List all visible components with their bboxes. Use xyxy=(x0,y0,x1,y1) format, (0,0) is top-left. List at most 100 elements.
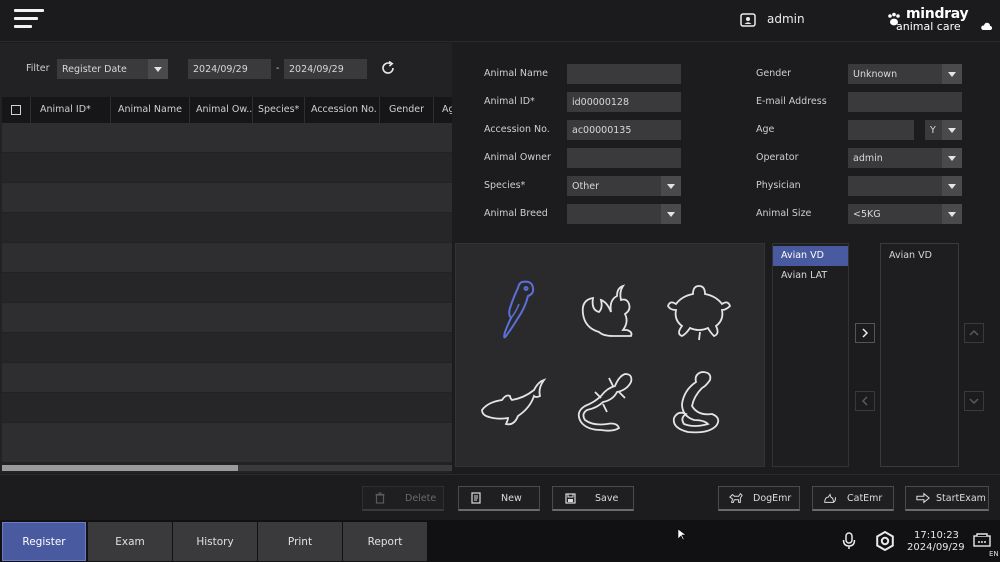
age-input[interactable] xyxy=(848,120,914,140)
new-label: New xyxy=(501,492,522,504)
table-row[interactable] xyxy=(2,303,452,332)
size-value: <5KG xyxy=(853,208,881,220)
chevron-right-icon xyxy=(862,328,869,338)
cat-icon xyxy=(823,491,837,505)
email-input[interactable] xyxy=(848,92,962,112)
save-button[interactable]: Save xyxy=(552,486,634,511)
table-row[interactable] xyxy=(2,333,452,362)
date-from-input[interactable]: 2024/09/29 xyxy=(188,59,271,79)
column-animal-id[interactable]: Animal ID* xyxy=(40,97,112,123)
physician-select[interactable] xyxy=(848,176,962,196)
animal-name-label: Animal Name xyxy=(484,68,548,79)
owner-input[interactable] xyxy=(567,148,681,168)
column-age[interactable]: Ag xyxy=(442,97,452,123)
brand-logo: mindray animal care xyxy=(886,6,996,38)
species-select[interactable]: Other xyxy=(567,176,681,196)
brand-tagline: animal care xyxy=(896,20,961,33)
filter-field-select[interactable]: Register Date xyxy=(57,59,168,79)
top-bar: admin mindray animal care xyxy=(0,0,1000,42)
microphone-icon[interactable] xyxy=(842,532,856,553)
turtle-icon[interactable] xyxy=(664,278,734,348)
age-unit-select[interactable]: Y xyxy=(925,120,962,140)
dog-icon xyxy=(729,491,743,505)
table-row[interactable] xyxy=(2,213,452,242)
physician-label: Physician xyxy=(756,180,801,191)
dolphin-icon[interactable] xyxy=(478,368,548,438)
delete-label: Delete xyxy=(405,492,437,504)
arrow-right-icon xyxy=(916,491,930,505)
start-exam-button[interactable]: StartExam xyxy=(905,486,989,511)
size-select[interactable]: <5KG xyxy=(848,204,962,224)
filter-field-value: Register Date xyxy=(62,63,127,75)
cat-emr-label: CatEmr xyxy=(847,492,883,504)
horizontal-scrollbar-thumb[interactable] xyxy=(2,465,238,471)
column-animal-owner[interactable]: Animal Ow... xyxy=(196,97,252,123)
table-row[interactable] xyxy=(2,123,452,152)
date-to-input[interactable]: 2024/09/29 xyxy=(284,59,367,79)
operator-select[interactable]: admin xyxy=(848,148,962,168)
table-row[interactable] xyxy=(2,363,452,392)
chevron-down-icon xyxy=(661,204,681,224)
parrot-icon[interactable] xyxy=(478,274,548,344)
breed-select[interactable] xyxy=(567,204,681,224)
dog-emr-button[interactable]: DogEmr xyxy=(718,486,800,511)
chevron-left-icon xyxy=(861,396,868,406)
tab-register[interactable]: Register xyxy=(2,522,86,561)
table-header: Animal ID* Animal Name Animal Ow... Spec… xyxy=(2,97,452,123)
column-gender[interactable]: Gender xyxy=(389,97,429,123)
chevron-down-icon xyxy=(942,176,962,196)
snake-icon[interactable] xyxy=(664,368,734,438)
chevron-down-icon xyxy=(661,176,681,196)
clock-date: 2024/09/29 xyxy=(907,542,965,553)
column-species[interactable]: Species* xyxy=(258,97,304,123)
column-animal-name[interactable]: Animal Name xyxy=(118,97,190,123)
settings-icon[interactable] xyxy=(875,530,895,554)
table-row[interactable] xyxy=(2,423,452,462)
animal-name-input[interactable] xyxy=(567,64,681,84)
move-left-button[interactable] xyxy=(855,391,875,411)
accession-input[interactable]: ac00000135 xyxy=(567,120,681,140)
email-label: E-mail Address xyxy=(756,96,827,107)
age-label: Age xyxy=(756,124,775,135)
owner-label: Animal Owner xyxy=(484,152,551,163)
tab-history[interactable]: History xyxy=(173,522,257,561)
delete-button[interactable]: Delete xyxy=(362,486,444,511)
table-row[interactable] xyxy=(2,243,452,272)
chevron-up-icon xyxy=(969,329,979,336)
date-separator: - xyxy=(276,63,280,74)
new-button[interactable]: New xyxy=(458,486,540,511)
network-icon[interactable] xyxy=(973,533,991,550)
tab-report[interactable]: Report xyxy=(343,522,427,561)
list-item[interactable]: Avian VD xyxy=(881,246,956,266)
squirrel-icon[interactable] xyxy=(573,278,643,348)
gender-select[interactable]: Unknown xyxy=(848,64,962,84)
list-item[interactable]: Avian VD xyxy=(773,246,848,266)
move-down-button[interactable] xyxy=(964,391,984,411)
lizard-icon[interactable] xyxy=(573,368,643,438)
mouse-cursor-icon xyxy=(677,528,687,544)
list-item[interactable]: Avian LAT xyxy=(773,266,848,286)
animal-id-label: Animal ID* xyxy=(484,96,535,107)
breed-label: Animal Breed xyxy=(484,208,548,219)
table-row[interactable] xyxy=(2,153,452,182)
tab-exam[interactable]: Exam xyxy=(88,522,172,561)
save-label: Save xyxy=(595,492,619,504)
language-indicator[interactable]: EN xyxy=(989,550,999,558)
table-row[interactable] xyxy=(2,183,452,212)
animal-id-input[interactable]: id00000128 xyxy=(567,92,681,112)
select-all-checkbox[interactable] xyxy=(11,105,21,115)
tab-print[interactable]: Print xyxy=(258,522,342,561)
chevron-down-icon xyxy=(942,148,962,168)
cat-emr-button[interactable]: CatEmr xyxy=(812,486,894,511)
gender-label: Gender xyxy=(756,68,792,79)
menu-icon[interactable] xyxy=(14,9,46,31)
table-row[interactable] xyxy=(2,273,452,302)
move-up-button[interactable] xyxy=(964,323,984,343)
move-right-button[interactable] xyxy=(855,323,875,343)
column-accession-no[interactable]: Accession No. xyxy=(311,97,381,123)
user-name: admin xyxy=(767,12,805,26)
refresh-icon[interactable] xyxy=(380,60,396,76)
user-icon[interactable] xyxy=(740,13,756,27)
table-row[interactable] xyxy=(2,393,452,422)
clock-time: 17:10:23 xyxy=(914,530,959,541)
